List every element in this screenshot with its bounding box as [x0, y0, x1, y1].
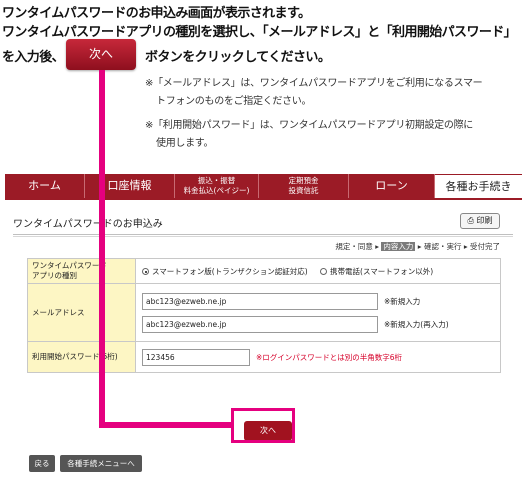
nav-deposit-line-2: 投資信託 [288, 186, 319, 195]
highlight-connector-vertical [99, 70, 105, 428]
option-mobile-label[interactable]: 携帯電話(スマートフォン以外) [330, 267, 433, 276]
app-type-label-line-1: ワンタイムパスワード [32, 261, 107, 270]
password-hint: ※ログインパスワードとは別の半角数字6桁 [256, 352, 403, 362]
global-nav: ホーム 口座情報 振込・振替 料金払込(ペイジー) 定期預金 投資信託 ローン … [5, 174, 522, 200]
instruction-line-2: ワンタイムパスワードアプリの種別を選択し、「メールアドレス」と「利用開始パスワー… [2, 25, 517, 40]
note-email-line-1: ※「メールアドレス」は、ワンタイムパスワードアプリをご利用になるスマー [145, 78, 483, 89]
nav-deposit-line-1: 定期預金 [288, 176, 319, 185]
nav-transfer-line-1: 振込・振替 [197, 176, 236, 185]
next-button-highlight [231, 408, 295, 443]
app-type-label-line-2: アプリの種別 [32, 271, 77, 280]
step-indicator: 規定・同意 ▸ 内容入力 ▸ 確認・実行 ▸ 受付完了 [335, 241, 500, 252]
step-arrow: ▸ [415, 242, 424, 251]
title-divider [13, 234, 513, 235]
step-arrow: ▸ [461, 242, 470, 251]
note-password-line-1: ※「利用開始パスワード」は、ワンタイムパスワードアプリ初期設定の際に [145, 120, 473, 131]
page-title: ワンタイムパスワードのお申込み [13, 219, 163, 230]
print-button[interactable]: ⎙ 印刷 [460, 213, 500, 229]
app-type-label: ワンタイムパスワード アプリの種別 [27, 258, 136, 284]
password-field[interactable]: 123456 [142, 348, 250, 366]
instruction-line-3-suffix: ボタンをクリックしてください。 [145, 50, 331, 65]
nav-transfer[interactable]: 振込・振替 料金払込(ペイジー) [175, 174, 259, 198]
nav-transfer-line-2: 料金払込(ペイジー) [183, 186, 250, 195]
step-complete: 受付完了 [470, 242, 500, 251]
radio-smartphone[interactable] [142, 268, 149, 275]
step-confirm: 確認・実行 [423, 242, 462, 251]
email-hint: ※新規入力 [384, 296, 421, 306]
print-button-label: 印刷 [476, 216, 493, 225]
note-password-line-2: 使用します。 [156, 138, 214, 149]
nav-deposit[interactable]: 定期預金 投資信託 [259, 174, 349, 198]
instruction-line-1: ワンタイムパスワードのお申込み画面が表示されます。 [2, 6, 311, 21]
note-email-line-2: トフォンのものをご指定ください。 [156, 96, 312, 107]
title-divider-secondary [13, 236, 513, 237]
nav-home[interactable]: ホーム [5, 174, 85, 198]
highlight-connector-horizontal [99, 422, 233, 428]
printer-icon: ⎙ [467, 216, 474, 225]
app-type-options: スマートフォン版(トランザクション認証対応) 携帯電話(スマートフォン以外) [135, 258, 501, 284]
password-label: 利用開始パスワード(6桁) [27, 341, 136, 373]
email-field[interactable]: abc123@ezweb.ne.jp [142, 292, 378, 310]
instruction-line-3-prefix: を入力後、 [2, 50, 65, 65]
step-agreement: 規定・同意 [335, 242, 373, 251]
nav-loan[interactable]: ローン [349, 174, 435, 198]
email-confirm-hint: ※新規入力(再入力) [384, 319, 449, 329]
instruction-next-button-image: 次へ [66, 39, 136, 70]
email-fields: abc123@ezweb.ne.jp ※新規入力 abc123@ezweb.ne.… [135, 283, 501, 342]
password-cell: 123456 ※ログインパスワードとは別の半角数字6桁 [135, 341, 501, 373]
step-input-current: 内容入力 [381, 242, 416, 251]
email-confirm-field[interactable]: abc123@ezweb.ne.jp [142, 315, 378, 333]
procedures-menu-button[interactable]: 各種手続メニューへ [60, 455, 142, 472]
email-label: メールアドレス [27, 283, 136, 342]
option-smartphone-label[interactable]: スマートフォン版(トランザクション認証対応) [152, 267, 308, 276]
radio-mobile[interactable] [320, 268, 328, 275]
nav-procedures[interactable]: 各種お手続き [435, 174, 522, 198]
back-button[interactable]: 戻る [29, 455, 55, 472]
